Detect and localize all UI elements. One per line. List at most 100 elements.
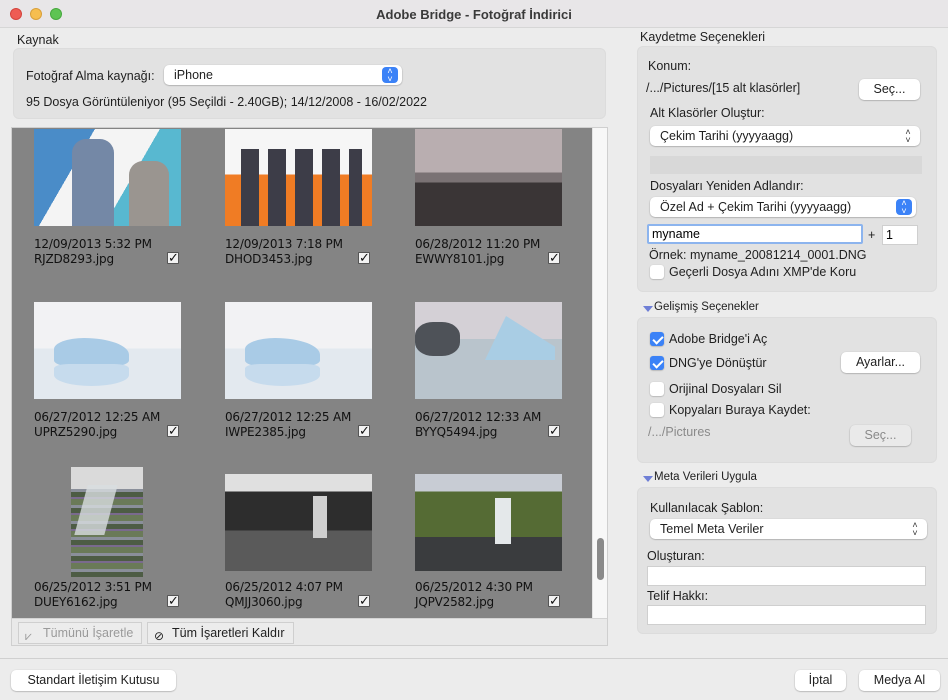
thumbnail-image[interactable] <box>415 474 562 571</box>
plus-sign: + <box>868 228 876 242</box>
thumbnail-filename: RJZD8293.jpg <box>34 252 114 266</box>
thumbnail-item[interactable]: 06/27/2012 12:25 AM UPRZ5290.jpg ✓ <box>34 301 224 461</box>
thumbnail-item[interactable]: 06/27/2012 12:25 AM IWPE2385.jpg ✓ <box>225 301 415 461</box>
thumbnail-filename: EWWY8101.jpg <box>415 252 505 266</box>
thumbnail-checkbox[interactable]: ✓ <box>358 594 370 607</box>
gallery-scroll-thumb[interactable] <box>597 538 604 580</box>
thumbnail-item[interactable]: 06/25/2012 3:51 PM DUEY6162.jpg ✓ <box>34 467 224 618</box>
advanced-section-label[interactable]: Gelişmiş Seçenekler <box>654 301 759 313</box>
thumbnail-checkbox[interactable]: ✓ <box>548 424 560 437</box>
delete-originals-checkbox[interactable] <box>650 382 664 396</box>
open-bridge-label: Adobe Bridge'i Aç <box>669 332 768 346</box>
custom-name-input[interactable] <box>647 224 863 244</box>
convert-dng-checkbox[interactable] <box>650 356 664 370</box>
convert-dng-label: DNG'ye Dönüştür <box>669 356 767 370</box>
example-text: Örnek: myname_20081214_0001.DNG <box>649 248 867 262</box>
thumbnail-item[interactable]: 12/09/2013 7:18 PM DHOD3453.jpg ✓ <box>225 128 415 288</box>
thumbnail-item[interactable]: 06/27/2012 12:33 AM BYYQ5494.jpg ✓ <box>415 301 592 461</box>
cancel-button[interactable]: İptal <box>795 670 846 691</box>
get-media-button[interactable]: Medya Al <box>859 670 940 691</box>
thumbnail-image[interactable] <box>34 302 181 399</box>
start-number-input[interactable] <box>882 225 918 245</box>
thumbnail-filename: QMJJ3060.jpg <box>225 595 303 609</box>
choose-copies-button[interactable]: Seç... <box>850 425 911 446</box>
subfolders-label: Alt Klasörler Oluştur: <box>650 106 765 120</box>
thumbnail-filename: UPRZ5290.jpg <box>34 425 118 439</box>
select-arrows-icon: ˄ ˅ <box>905 127 911 145</box>
open-bridge-checkbox[interactable] <box>650 332 664 346</box>
choose-location-button[interactable]: Seç... <box>859 79 920 100</box>
unmark-all-button[interactable]: ⊘ Tüm İşaretleri Kaldır <box>147 622 294 644</box>
advanced-options-panel: Adobe Bridge'i Aç DNG'ye Dönüştür Ayarla… <box>637 317 937 463</box>
save-copies-label: Kopyaları Buraya Kaydet: <box>669 403 811 417</box>
rename-select[interactable]: Özel Ad + Çekim Tarihi (yyyyaagg) ˄ ˅ <box>650 197 916 217</box>
thumbnail-item[interactable]: 12/09/2013 5:32 PM RJZD8293.jpg ✓ <box>34 128 224 288</box>
dng-settings-button[interactable]: Ayarlar... <box>841 352 920 373</box>
thumbnail-image[interactable] <box>34 129 181 226</box>
thumbnail-gallery: 12/09/2013 5:32 PM RJZD8293.jpg ✓ 12/09/201… <box>11 127 608 646</box>
thumbnail-checkbox[interactable]: ✓ <box>358 251 370 264</box>
location-label: Konum: <box>648 59 692 73</box>
location-path: /.../Pictures/[15 alt klasörler] <box>646 81 801 95</box>
thumbnail-filename: DHOD3453.jpg <box>225 252 313 266</box>
copyright-input[interactable] <box>647 605 926 625</box>
save-copies-checkbox[interactable] <box>650 403 664 417</box>
thumbnail-image[interactable] <box>415 302 562 399</box>
window-title: Adobe Bridge - Fotoğraf İndirici <box>376 7 572 22</box>
select-arrows-icon: ˄ ˅ <box>896 199 912 216</box>
thumbnail-checkbox[interactable]: ✓ <box>167 594 179 607</box>
gallery-scrollbar[interactable] <box>592 128 607 618</box>
thumbnail-date: 06/25/2012 3:51 PM <box>34 580 152 594</box>
select-arrows-icon: ˄ ˅ <box>382 67 398 84</box>
thumbnail-image[interactable] <box>415 129 562 226</box>
thumbnail-filename: IWPE2385.jpg <box>225 425 306 439</box>
thumbnail-date: 06/25/2012 4:07 PM <box>225 580 343 594</box>
template-select[interactable]: Temel Meta Veriler ˄ ˅ <box>650 519 927 539</box>
thumbnail-date: 12/09/2013 5:32 PM <box>34 237 152 251</box>
thumbnail-image[interactable] <box>71 467 143 577</box>
thumbnail-date: 06/28/2012 11:20 PM <box>415 237 541 251</box>
standard-dialog-button[interactable]: Standart İletişim Kutusu <box>11 670 176 691</box>
thumbnail-checkbox[interactable]: ✓ <box>167 251 179 264</box>
footer-divider <box>0 658 948 659</box>
source-select[interactable]: iPhone ˄ ˅ <box>164 65 402 85</box>
template-label: Kullanılacak Şablon: <box>650 501 764 515</box>
thumbnail-date: 06/27/2012 12:33 AM <box>415 410 542 424</box>
subfolders-select[interactable]: Çekim Tarihi (yyyyaagg) ˄ ˅ <box>650 126 920 146</box>
thumbnail-item[interactable]: 06/25/2012 4:30 PM JQPV2582.jpg ✓ <box>415 467 592 618</box>
thumbnail-checkbox[interactable]: ✓ <box>548 594 560 607</box>
creator-label: Oluşturan: <box>647 549 705 563</box>
gallery-toolbar: ⩗ Tümünü İşaretle ⊘ Tüm İşaretleri Kaldı… <box>12 618 607 645</box>
copies-path: /.../Pictures <box>648 425 711 439</box>
thumbnail-image[interactable] <box>225 302 372 399</box>
thumbnail-date: 06/27/2012 12:25 AM <box>225 410 352 424</box>
thumbnail-grid[interactable]: 12/09/2013 5:32 PM RJZD8293.jpg ✓ 12/09/201… <box>12 128 592 618</box>
thumbnail-date: 06/25/2012 4:30 PM <box>415 580 533 594</box>
thumbnail-item[interactable]: 06/25/2012 4:07 PM QMJJ3060.jpg ✓ <box>225 467 415 618</box>
save-options-label: Kaydetme Seçenekleri <box>640 30 766 44</box>
source-summary: 95 Dosya Görüntüleniyor (95 Seçildi - 2.… <box>26 95 427 109</box>
thumbnail-image[interactable] <box>225 129 372 226</box>
save-options-panel: Konum: /.../Pictures/[15 alt klasörler] … <box>637 46 937 292</box>
creator-input[interactable] <box>647 566 926 586</box>
subfolder-preview <box>650 156 922 174</box>
metadata-panel: Kullanılacak Şablon: Temel Meta Veriler … <box>637 487 937 634</box>
check-all-icon: ⩗ <box>25 629 32 643</box>
metadata-disclosure-icon[interactable] <box>643 476 653 482</box>
thumbnail-item[interactable]: 06/28/2012 11:20 PM EWWY8101.jpg ✓ <box>415 128 592 288</box>
thumbnail-checkbox[interactable]: ✓ <box>167 424 179 437</box>
thumbnail-date: 12/09/2013 7:18 PM <box>225 237 343 251</box>
thumbnail-filename: DUEY6162.jpg <box>34 595 118 609</box>
mark-all-button[interactable]: ⩗ Tümünü İşaretle <box>18 622 142 644</box>
thumbnail-filename: JQPV2582.jpg <box>415 595 494 609</box>
thumbnail-image[interactable] <box>225 474 372 571</box>
advanced-disclosure-icon[interactable] <box>643 306 653 312</box>
preserve-xmp-checkbox[interactable] <box>650 265 664 279</box>
uncheck-all-icon: ⊘ <box>154 629 165 643</box>
source-label: Fotoğraf Alma kaynağı: <box>26 69 155 83</box>
preserve-xmp-label: Geçerli Dosya Adını XMP'de Koru <box>669 265 857 279</box>
thumbnail-checkbox[interactable]: ✓ <box>548 251 560 264</box>
rename-label: Dosyaları Yeniden Adlandır: <box>650 179 804 193</box>
metadata-section-label[interactable]: Meta Verileri Uygula <box>654 471 757 483</box>
thumbnail-checkbox[interactable]: ✓ <box>358 424 370 437</box>
